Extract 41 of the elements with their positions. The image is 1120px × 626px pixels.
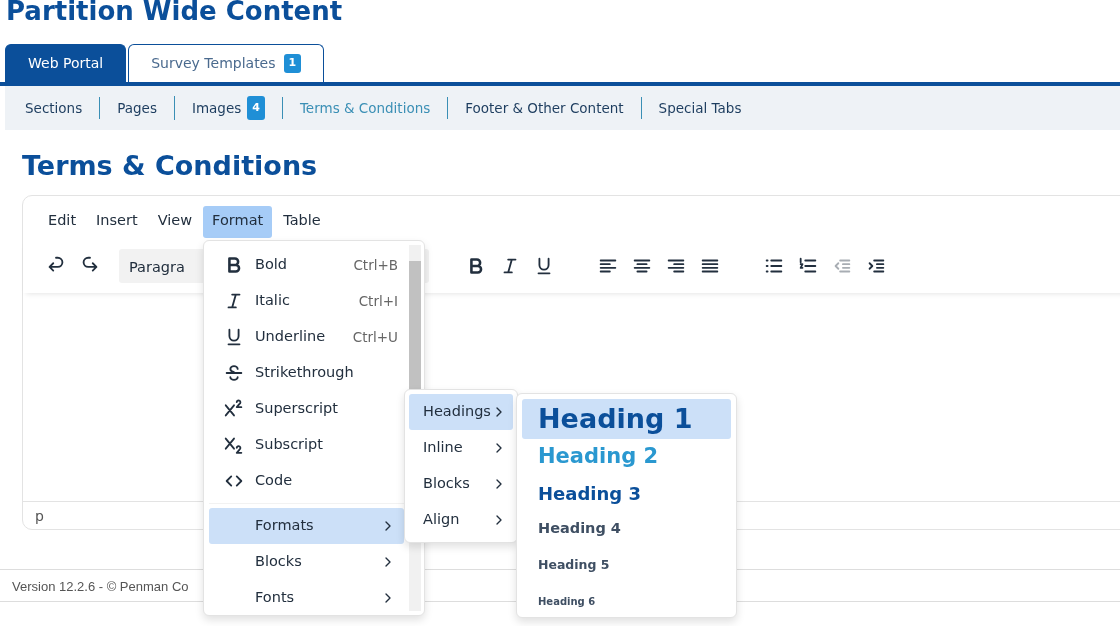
menu-item[interactable]: Fonts bbox=[209, 580, 404, 616]
shortcut-text: Ctrl+U bbox=[352, 327, 398, 347]
menu-item[interactable]: Heading 1 bbox=[522, 399, 731, 439]
count-badge: 4 bbox=[247, 96, 265, 120]
section-title: Terms & Conditions bbox=[22, 150, 319, 183]
menu-item[interactable]: Blocks bbox=[409, 466, 513, 502]
menu-item[interactable]: Heading 5 bbox=[522, 547, 731, 583]
menu-item[interactable]: Subscript bbox=[209, 427, 404, 463]
menu-item[interactable]: Table bbox=[274, 206, 330, 239]
shortcut-text: Ctrl+B bbox=[353, 255, 398, 275]
menu-item[interactable]: Formats bbox=[209, 508, 404, 544]
menu-item[interactable]: Edit bbox=[39, 206, 86, 239]
nav-link[interactable]: Special Tabs bbox=[640, 97, 759, 119]
version-text: Version 12.2.6 - © Penman Co bbox=[12, 579, 189, 595]
menu-item[interactable]: Align bbox=[409, 502, 513, 538]
menu-item[interactable]: Bold Ctrl+B bbox=[209, 247, 404, 283]
shortcut-text: Ctrl+I bbox=[358, 291, 398, 311]
menu-item[interactable]: Insert bbox=[87, 206, 147, 239]
element-path: p bbox=[35, 508, 44, 525]
menu-item[interactable]: Underline Ctrl+U bbox=[209, 319, 404, 355]
nav-link[interactable]: Pages bbox=[99, 97, 174, 119]
tab[interactable]: Web Portal bbox=[5, 44, 127, 82]
menu-item[interactable]: Heading 3 bbox=[522, 475, 731, 511]
count-badge: 1 bbox=[283, 54, 302, 73]
nav-link[interactable]: Images 4 bbox=[173, 96, 282, 120]
menu-item[interactable]: Heading 4 bbox=[522, 511, 731, 547]
menu-item[interactable]: Blocks bbox=[209, 544, 404, 580]
menu-item[interactable]: Italic Ctrl+I bbox=[209, 283, 404, 319]
nav-link[interactable]: Footer & Other Content bbox=[447, 97, 641, 119]
menu-item[interactable]: View bbox=[148, 206, 202, 239]
menu-item[interactable]: Headings bbox=[409, 394, 513, 430]
strikethrough-icon bbox=[223, 362, 245, 384]
menu-item[interactable]: Code bbox=[209, 463, 404, 499]
menu-item[interactable]: Inline bbox=[409, 430, 513, 466]
menu-item[interactable]: Heading 6 bbox=[522, 583, 731, 619]
menu-item[interactable]: Superscript bbox=[209, 391, 404, 427]
menu-item[interactable]: Format bbox=[203, 206, 273, 239]
page-title: Partition Wide Content bbox=[5, 0, 344, 26]
nav-link[interactable]: Sections bbox=[17, 97, 100, 119]
tab[interactable]: Survey Templates 1 bbox=[128, 44, 325, 82]
menu-item[interactable]: Strikethrough bbox=[209, 355, 404, 391]
